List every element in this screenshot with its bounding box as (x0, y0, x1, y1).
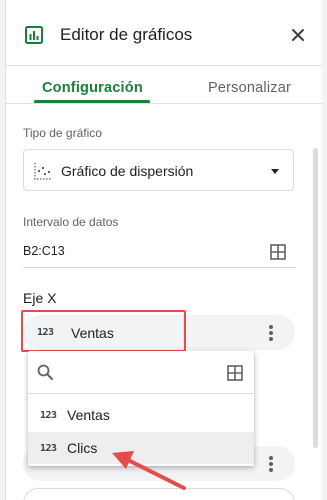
data-range-underline (23, 267, 296, 268)
scrollbar[interactable] (313, 148, 318, 448)
number-type-icon: 123 (40, 443, 57, 454)
more-options-icon[interactable] (269, 325, 273, 341)
number-type-icon: 123 (40, 410, 57, 421)
option-label: Ventas (67, 407, 110, 423)
tab-personalizar[interactable]: Personalizar (208, 80, 291, 96)
close-icon[interactable] (291, 28, 305, 42)
pointer-arrow-icon (112, 451, 186, 490)
editor-header: Editor de gráficos (6, 0, 323, 68)
scatter-chart-icon (34, 163, 51, 180)
dropdown-option-ventas[interactable]: 123 Ventas (28, 399, 254, 431)
data-range-label: Intervalo de datos (23, 215, 119, 229)
dropdown-divider (28, 393, 254, 394)
x-axis-label: Eje X (23, 290, 57, 306)
highlight-box (21, 310, 186, 352)
chart-type-value: Gráfico de dispersión (61, 163, 194, 179)
data-range-value[interactable]: B2:C13 (23, 244, 65, 258)
option-label: Clics (67, 440, 98, 456)
tabs-divider (6, 103, 323, 104)
grid-select-icon[interactable] (227, 365, 243, 381)
chart-type-select[interactable]: Gráfico de dispersión (23, 149, 294, 191)
chevron-down-icon (271, 169, 279, 174)
chart-icon (25, 26, 43, 44)
tab-configuracion[interactable]: Configuración (42, 80, 143, 96)
chart-editor-panel: Editor de gráficos Configuración Persona… (5, 0, 323, 500)
grid-select-icon[interactable] (270, 244, 286, 260)
more-options-icon[interactable] (269, 456, 273, 472)
search-icon[interactable] (37, 364, 53, 380)
header-divider (6, 65, 323, 66)
editor-title: Editor de gráficos (60, 25, 193, 44)
chart-type-label: Tipo de gráfico (23, 126, 102, 140)
